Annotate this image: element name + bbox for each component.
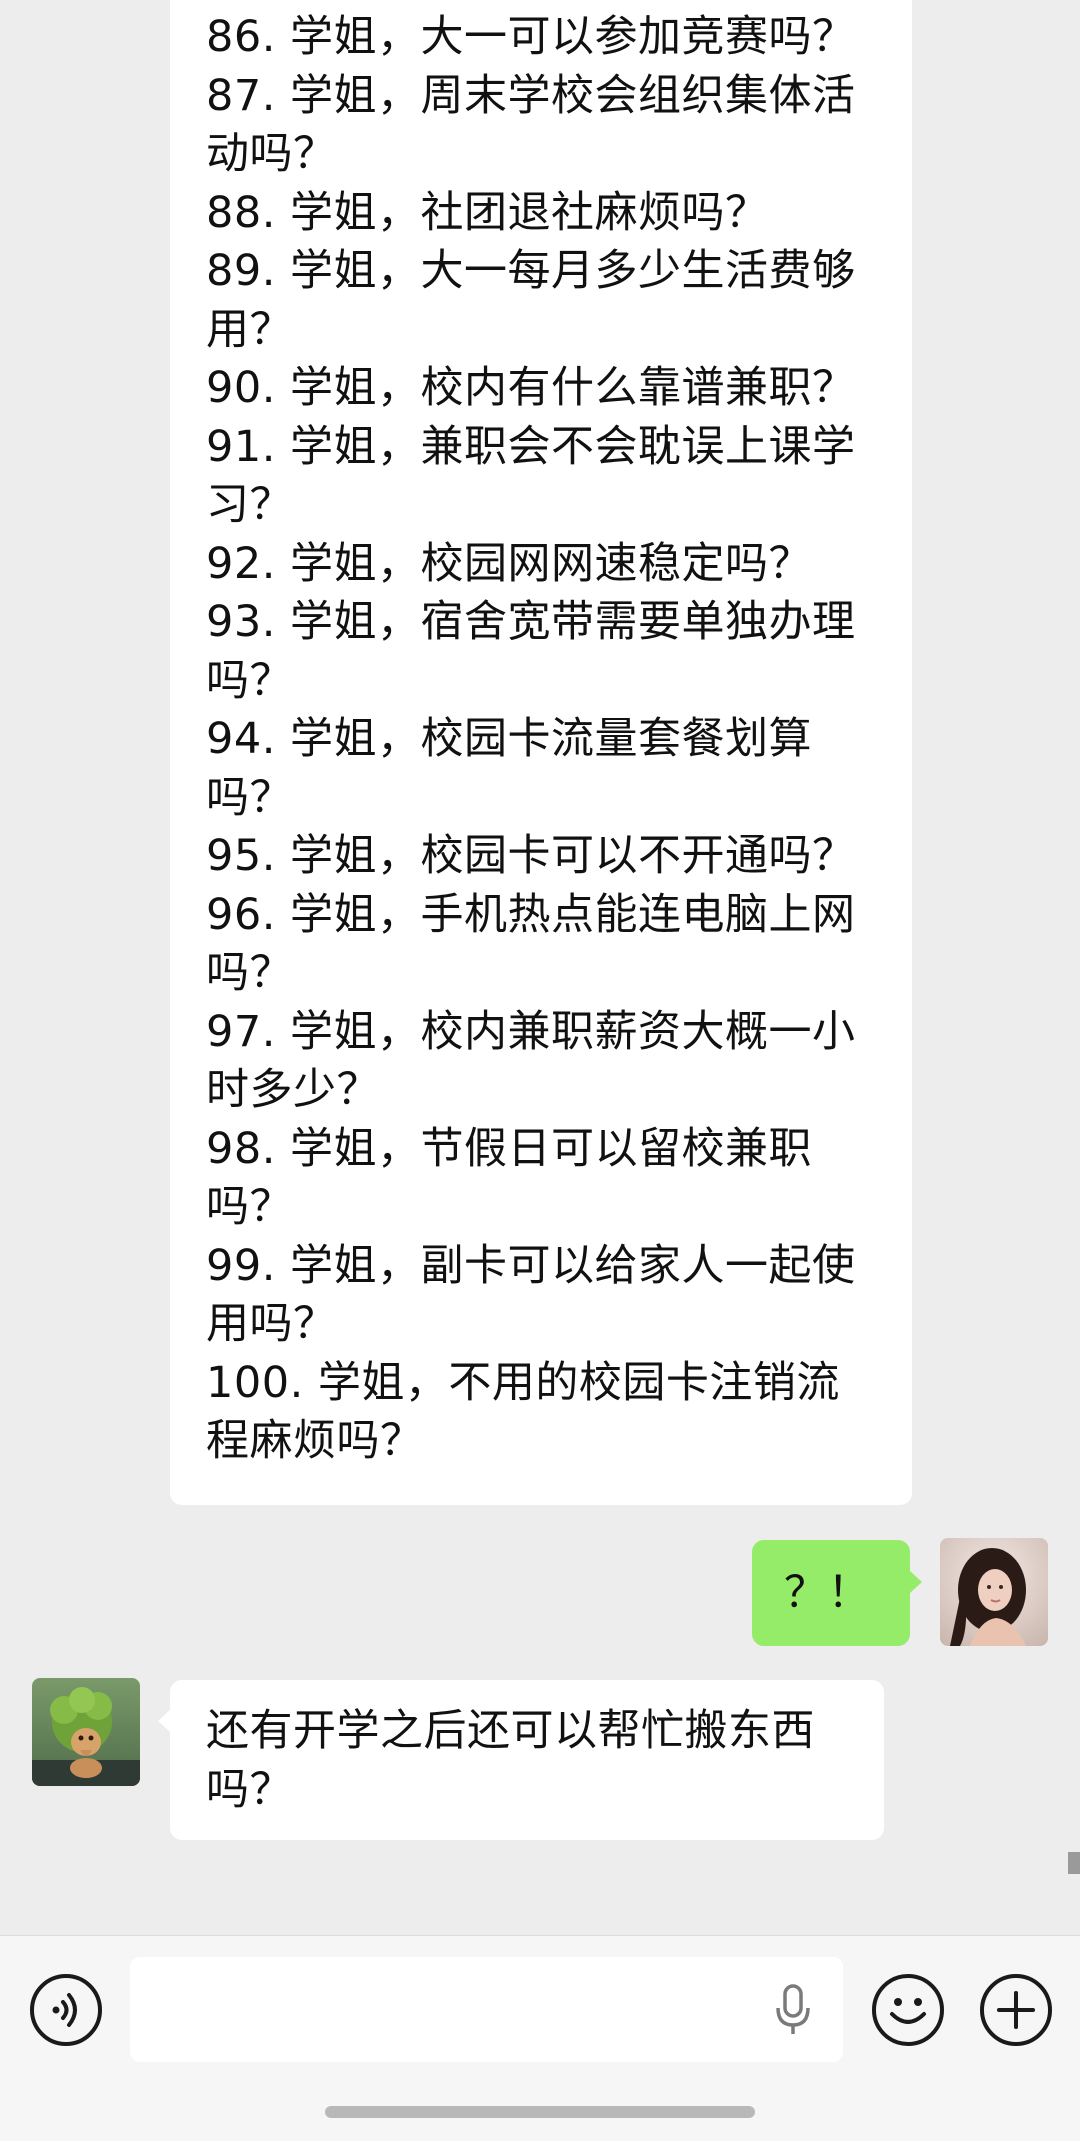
message-line: 88. 学姐，社团退社麻烦吗？ [206, 187, 769, 238]
message-text: ？！ [784, 1568, 871, 1618]
message-line: 还有开学之后还可以帮忙搬东西 [206, 1706, 815, 1756]
message-line: 吗？ [206, 1182, 293, 1232]
contact-avatar[interactable] [32, 1678, 140, 1786]
my-avatar[interactable] [940, 1538, 1048, 1646]
voice-icon [52, 1993, 77, 2027]
message-line: 98. 学姐，节假日可以留校兼职 [206, 1123, 813, 1174]
more-functions-button[interactable] [980, 1974, 1052, 2046]
emoji-icon [890, 1998, 926, 2024]
message-line: 90. 学姐，校内有什么靠谱兼职？ [206, 363, 856, 413]
message-line: 96. 学姐，手机热点能连电脑上网 [206, 889, 856, 940]
plus-icon [997, 1991, 1035, 2029]
message-line: 习？ [206, 480, 293, 530]
message-line: 用？ [206, 304, 293, 355]
emoji-button[interactable] [872, 1974, 944, 2046]
message-line: 时多少？ [206, 1065, 380, 1115]
message-text: 86. 学姐，大一可以参加竞赛吗？ 87. 学姐，周末学校会组织集体活 动吗？ 88.… [206, 8, 882, 1471]
message-line: 吗？ [206, 1764, 293, 1815]
voice-input-button[interactable] [30, 1974, 102, 2046]
incoming-message-bubble[interactable]: 还有开学之后还可以帮忙搬东西 吗？ [158, 1680, 884, 1840]
scroll-indicator[interactable] [1068, 1852, 1080, 1874]
message-line: 程麻烦吗？ [206, 1416, 424, 1466]
message-line: 吗？ [206, 655, 293, 706]
home-indicator[interactable] [325, 2106, 755, 2118]
message-line: 95. 学姐，校园卡可以不开通吗？ [206, 831, 856, 881]
message-line: 93. 学姐，宿舍宽带需要单独办理 [206, 597, 856, 647]
message-text: 还有开学之后还可以帮忙搬东西 吗？ [206, 1702, 854, 1819]
message-line: 用吗？ [206, 1299, 337, 1349]
microphone-icon[interactable] [773, 1983, 813, 2037]
message-line: 99. 学姐，副卡可以给家人一起使 [206, 1240, 856, 1291]
message-line: 吗？ [206, 948, 293, 998]
message-line: 94. 学姐，校园卡流量套餐划算 [206, 714, 813, 764]
message-line: 100. 学姐，不用的校园卡注销流 [206, 1357, 840, 1408]
message-line: 动吗？ [206, 129, 337, 179]
message-line: 吗？ [206, 772, 293, 823]
bubble-tail [158, 1710, 170, 1732]
message-line: 87. 学姐，周末学校会组织集体活 [206, 70, 856, 121]
message-line: 86. 学姐，大一可以参加竞赛吗？ [206, 12, 856, 62]
message-input[interactable] [130, 1957, 843, 2062]
bubble-tail [910, 1571, 922, 1593]
message-line: 92. 学姐，校园网网速稳定吗？ [206, 538, 813, 589]
outgoing-message-bubble[interactable]: ？！ [752, 1540, 922, 1646]
chat-message-list[interactable]: 86. 学姐，大一可以参加竞赛吗？ 87. 学姐，周末学校会组织集体活 动吗？ 88.… [0, 0, 1080, 1935]
message-line: 89. 学姐，大一每月多少生活费够 [206, 246, 856, 296]
message-line: 97. 学姐，校内兼职薪资大概一小 [206, 1006, 856, 1057]
message-line: 91. 学姐，兼职会不会耽误上课学 [206, 421, 856, 472]
incoming-message-bubble[interactable]: 86. 学姐，大一可以参加竞赛吗？ 87. 学姐，周末学校会组织集体活 动吗？ 88.… [170, 0, 912, 1505]
